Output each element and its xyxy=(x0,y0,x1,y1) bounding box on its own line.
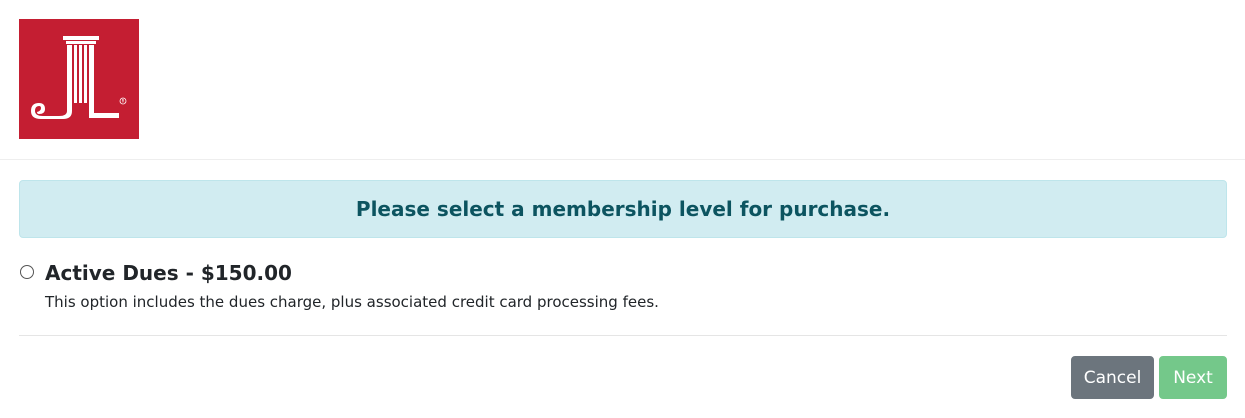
junior-league-logo-icon: R xyxy=(19,19,139,139)
page-header: R xyxy=(0,0,1245,160)
membership-radio[interactable] xyxy=(20,265,34,279)
option-title: Active Dues - $150.00 xyxy=(45,261,292,285)
membership-alert: Please select a membership level for pur… xyxy=(19,180,1227,238)
alert-message: Please select a membership level for pur… xyxy=(355,197,891,221)
svg-text:R: R xyxy=(122,99,125,104)
option-description: This option includes the dues charge, pl… xyxy=(45,293,659,311)
cancel-button[interactable]: Cancel xyxy=(1071,356,1154,399)
divider xyxy=(19,335,1227,336)
next-button[interactable]: Next xyxy=(1159,356,1227,399)
